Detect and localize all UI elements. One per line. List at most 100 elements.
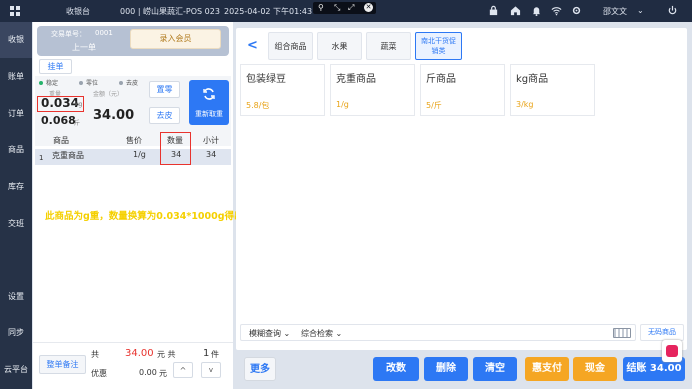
product-price: 1/g [336,100,349,109]
amount-value: 34.00 [93,108,135,123]
user-chevron-icon[interactable]: ⌄ [637,6,644,15]
product-price: 3/kg [516,100,534,109]
tab-combo[interactable]: 组合商品 [268,32,313,60]
jin-unit: 斤 [74,120,81,127]
discount-label: 优惠 [91,369,107,378]
tare-button[interactable]: 去皮 [149,107,180,124]
weight-jin-value: 0.068 [41,114,76,127]
grid-icon[interactable] [10,6,20,16]
store-name: 000 | 崂山果蔬汇-POS 023 [120,7,220,16]
product-tile[interactable]: 克重商品 1/g [330,64,415,116]
settings-icon[interactable] [571,5,582,16]
discount-unit: 元 [159,369,167,378]
product-tile[interactable]: 斤商品 5/斤 [420,64,505,116]
total-unit: 元 共 [157,350,176,359]
tab-fruit[interactable]: 水果 [317,32,362,60]
order-no-label: 交易单号： [51,30,86,38]
stable-indicator [39,81,43,85]
bell-icon[interactable] [531,5,542,16]
fuzzy-search-dropdown[interactable]: 模糊查询 ⌄ [249,328,290,339]
product-price: 5/斤 [426,101,442,110]
assistant-badge-icon [666,345,678,357]
product-name: kg商品 [516,74,549,85]
power-icon[interactable] [667,5,678,16]
nav-cashier[interactable]: 收银 [0,22,32,58]
hold-button[interactable]: 挂单 [39,59,72,74]
prev-order-button[interactable]: 上一单 [72,42,96,53]
row-subtotal: 34 [206,150,217,159]
nav-shift[interactable]: 交班 [0,206,32,242]
user-name[interactable]: 邵文文 [603,6,627,17]
qty-highlight-box [160,132,191,165]
nav-inventory[interactable]: 库存 [0,169,32,205]
floating-assistant-icon[interactable] [662,340,682,362]
order-summary: 整单备注 共 34.00 元 共 1 件 优惠 0.00 元 ^ v [33,342,233,389]
tare-label: 去皮 [126,80,139,87]
tab-dry-goods[interactable]: 南北干货促 销类 [415,32,462,60]
product-name: 克重商品 [336,74,376,85]
delete-button[interactable]: 删除 [424,357,468,381]
wifi-icon[interactable] [551,5,562,16]
product-panel: < 组合商品 水果 蔬菜 南北干货促 销类 包装绿豆 5.8/包 克重商品 1/… [236,28,687,350]
zero-label: 零位 [86,80,99,87]
app-name: 收银台 [66,7,90,16]
discount-value: 0.00 [139,368,157,377]
total-prefix: 共 [91,350,99,359]
note-button[interactable]: 整单备注 [39,355,86,374]
product-price: 5.8/包 [246,101,270,110]
sidebar: 收银 账单 订单 商品 库存 交班 设置 同步 云平台 [0,22,32,389]
home-icon[interactable] [510,5,521,16]
clear-button[interactable]: 清空 [473,357,517,381]
top-bar: 收银台 000 | 崂山果蔬汇-POS 023 2025-04-02 下午01:… [0,0,692,22]
unpin-icon[interactable]: ⤡ [334,3,340,13]
product-tile[interactable]: 包装绿豆 5.8/包 [240,64,325,116]
datetime: 2025-04-02 下午01:43 [224,7,313,16]
zero-indicator [79,81,83,85]
tab-vegetable[interactable]: 蔬菜 [366,32,411,60]
nav-settings[interactable]: 设置 [0,279,32,315]
col-subtotal: 小计 [203,136,219,145]
lock-icon[interactable] [488,5,499,16]
category-back-button[interactable]: < [240,32,265,60]
cash-button[interactable]: 现金 [573,357,617,381]
nav-products[interactable]: 商品 [0,132,32,168]
order-no-value: 0001 [95,29,113,37]
refresh-icon [203,88,215,100]
col-price: 售价 [126,136,142,145]
product-name: 包装绿豆 [246,74,286,85]
zero-button[interactable]: 置零 [149,81,180,98]
close-icon[interactable]: ✕ [364,3,373,12]
search-bar: 模糊查询 ⌄ 综合检索 ⌄ [240,324,636,341]
nav-bills[interactable]: 账单 [0,59,32,95]
nav-orders[interactable]: 订单 [0,96,32,132]
total-count: 1 [203,348,210,359]
nav-sync[interactable]: 同步 [0,315,32,351]
nav-cloud[interactable]: 云平台 [0,352,32,388]
table-row[interactable]: 1 克重商品 1/g 34 34 [35,149,231,165]
order-panel: 交易单号： 0001 上一单 录入会员 挂单 稳定 零位 去皮 重量 金额（元）… [33,22,233,389]
no-barcode-button[interactable]: 无码商品 [640,324,684,341]
tare-indicator [119,81,123,85]
edit-qty-button[interactable]: 改数 [373,357,419,381]
reweigh-button[interactable]: 重新取重 [189,80,229,125]
row-index: 1 [39,154,44,162]
scroll-down-button[interactable]: v [201,362,221,378]
shrink-icon[interactable]: ⤢ [348,3,354,13]
product-tile[interactable]: kg商品 3/kg [510,64,595,116]
pin-icon[interactable]: ⚲ [318,3,324,12]
order-header: 交易单号： 0001 上一单 录入会员 [37,26,229,56]
keyboard-icon[interactable] [613,328,631,338]
row-price: 1/g [133,150,146,159]
col-product: 商品 [53,136,69,145]
member-button[interactable]: 录入会员 [130,29,221,49]
row-name: 克重商品 [52,151,84,160]
screen-capsule: ⚲ ⤡ ⤢ ✕ [313,2,376,14]
weight-highlight-box [37,96,84,112]
stable-label: 稳定 [46,80,59,87]
scroll-up-button[interactable]: ^ [173,362,193,378]
more-button[interactable]: 更多 [244,357,276,381]
wallet-pay-button[interactable]: 惠支付 [525,357,569,381]
product-name: 斤商品 [426,74,456,85]
combined-search-dropdown[interactable]: 综合检索 ⌄ [301,328,342,339]
count-unit: 件 [211,350,219,359]
